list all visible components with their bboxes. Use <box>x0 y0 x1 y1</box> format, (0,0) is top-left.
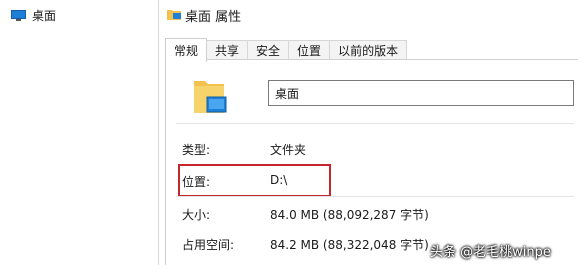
dialog-title: 桌面 属性 <box>185 10 242 25</box>
separator <box>176 196 574 197</box>
tab-sharing[interactable]: 共享 <box>206 40 249 60</box>
type-value: 文件夹 <box>270 143 307 157</box>
location-value: D:\ <box>270 173 288 187</box>
size-on-disk-label: 占用空间: <box>182 238 235 252</box>
location-label: 位置: <box>182 175 211 189</box>
title-bar[interactable]: 桌面 属性 <box>159 0 578 30</box>
tree-item-label: 桌面 <box>32 8 57 23</box>
size-value: 84.0 MB (88,092,287 字节) <box>270 208 429 222</box>
tab-previous-versions[interactable]: 以前的版本 <box>329 40 408 60</box>
navigation-pane: 桌面 <box>0 0 158 265</box>
monitor-icon <box>11 9 26 21</box>
tab-general[interactable]: 常规 <box>165 38 208 62</box>
separator <box>176 123 574 124</box>
size-on-disk-value: 84.2 MB (88,322,048 字节) <box>270 238 429 252</box>
folder-desktop-icon <box>167 10 181 20</box>
tab-location[interactable]: 位置 <box>288 40 331 60</box>
general-tab-panel: 类型: 文件夹 位置: D:\ 大小: 84.0 MB (88,092,287 … <box>165 59 578 265</box>
tree-item-desktop[interactable]: 桌面 <box>11 5 56 25</box>
tab-security[interactable]: 安全 <box>247 40 290 60</box>
tab-strip: 常规 共享 安全 位置 以前的版本 <box>165 38 408 62</box>
folder-name-input[interactable] <box>268 80 574 106</box>
folder-desktop-icon <box>194 81 227 113</box>
watermark: 头条 @老毛桃winpe <box>430 245 551 260</box>
type-label: 类型: <box>182 143 211 157</box>
properties-dialog: 桌面 属性 常规 共享 安全 位置 以前的版本 类型: 文件夹 位置: D:\ … <box>158 0 578 265</box>
size-label: 大小: <box>182 208 211 222</box>
